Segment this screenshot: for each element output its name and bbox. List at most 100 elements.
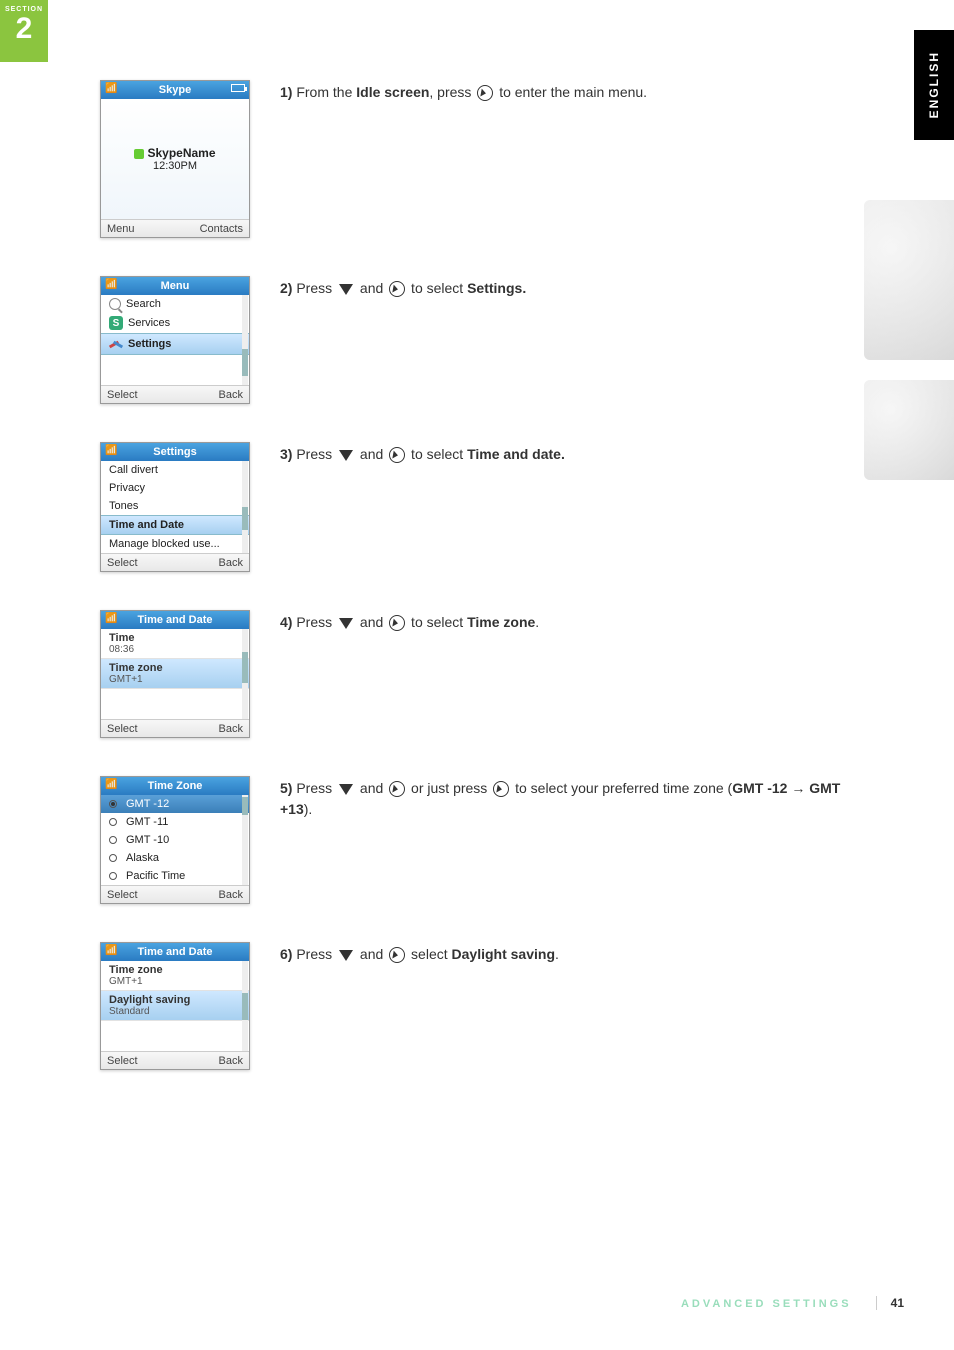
status-icon [134, 149, 144, 159]
step-row-5: 📶Time Zone GMT -12GMT -11GMT -10AlaskaPa… [100, 776, 860, 904]
phone-title: Menu [161, 280, 190, 292]
radio-icon [109, 836, 117, 844]
phone-title: Skype [159, 84, 191, 96]
step-text-5: 5) Press and or just press to select you… [260, 776, 860, 820]
list-item-selected[interactable]: Settings [101, 333, 249, 355]
select-button-icon [389, 947, 405, 963]
softkey-left[interactable]: Select [107, 389, 138, 401]
phone-title: Time and Date [138, 946, 213, 958]
group-value: 08:36 [101, 644, 249, 655]
list-label: Settings [128, 338, 171, 350]
down-arrow-icon [339, 450, 353, 461]
signal-icon: 📶 [105, 279, 117, 290]
idle-time: 12:30PM [153, 160, 197, 172]
list-label: Alaska [126, 852, 159, 864]
scrollbar[interactable] [242, 961, 248, 1051]
phone-idle: 📶 Skype SkypeName 12:30PM Menu Contacts [100, 80, 250, 238]
select-button-icon [389, 281, 405, 297]
step-text-4: 4) Press and to select Time zone. [260, 610, 860, 633]
softkey-right[interactable]: Back [219, 723, 243, 735]
list-item-selected[interactable]: Time and Date [101, 515, 249, 535]
softkey-left[interactable]: Select [107, 889, 138, 901]
page-number: 41 [876, 1296, 904, 1310]
language-tab: ENGLISH [914, 30, 954, 140]
step-row-4: 📶Time and Date Time 08:36 Time zone GMT+… [100, 610, 860, 738]
list-label: GMT -12 [126, 798, 169, 810]
phone-body: Time 08:36 Time zone GMT+1 [101, 629, 249, 719]
down-arrow-icon [339, 284, 353, 295]
softkey-left[interactable]: Select [107, 1055, 138, 1067]
softkey-left[interactable]: Menu [107, 223, 135, 235]
list-item[interactable]: GMT -10 [101, 831, 249, 849]
phone-settings: 📶Settings Call divertPrivacyTonesTime an… [100, 442, 250, 572]
list-label: Search [126, 298, 161, 310]
battery-icon [231, 84, 245, 92]
list-item[interactable]: Tones [101, 497, 249, 515]
list-label: GMT -11 [126, 816, 168, 828]
list-item[interactable]: S Services [101, 313, 249, 333]
group-time[interactable]: Time 08:36 [101, 629, 249, 659]
scrollbar[interactable] [242, 795, 248, 885]
softkey-right[interactable]: Back [219, 557, 243, 569]
list-item[interactable]: Manage blocked use... [101, 535, 249, 553]
list-item[interactable]: Pacific Time [101, 867, 249, 885]
phone-timezone: 📶Time Zone GMT -12GMT -11GMT -10AlaskaPa… [100, 776, 250, 904]
group-timezone[interactable]: Time zone GMT+1 [101, 961, 249, 991]
softkey-right[interactable]: Back [219, 889, 243, 901]
step-text-1: 1) From the Idle screen, press to enter … [260, 80, 860, 103]
softkeys: Menu Contacts [101, 219, 249, 237]
radio-icon [109, 818, 117, 826]
down-arrow-icon [339, 784, 353, 795]
group-value: Standard [101, 1006, 249, 1017]
select-button-icon [493, 781, 509, 797]
content-area: 📶 Skype SkypeName 12:30PM Menu Contacts … [100, 80, 860, 1108]
phone-body: Call divertPrivacyTonesTime and DateMana… [101, 461, 249, 553]
radio-icon [109, 872, 117, 880]
softkey-right[interactable]: Contacts [200, 223, 243, 235]
list-label: GMT -10 [126, 834, 169, 846]
services-icon: S [109, 316, 123, 330]
radio-icon [109, 800, 117, 808]
down-arrow-icon [339, 950, 353, 961]
step-text-2: 2) Press and to select Settings. [260, 276, 860, 299]
step-row-3: 📶Settings Call divertPrivacyTonesTime an… [100, 442, 860, 572]
step-row-2: 📶 Menu Search S Services Settings Select Ba… [100, 276, 860, 404]
group-value: GMT+1 [101, 976, 249, 987]
list-label: Services [128, 317, 170, 329]
softkey-left[interactable]: Select [107, 723, 138, 735]
phone-body: Search S Services Settings [101, 295, 249, 385]
group-value: GMT+1 [101, 674, 249, 685]
group-timezone-selected[interactable]: Time zone GMT+1 [101, 659, 249, 689]
list-item-selected[interactable]: GMT -12 [101, 795, 249, 813]
radio-icon [109, 854, 117, 862]
phone-body: GMT -12 GMT -11 GMT -10 Alaska Pacific Time [101, 795, 249, 885]
phone-timedate2: 📶 Time and Date Time zone GMT+1 Daylight … [100, 942, 250, 1070]
phone-body: Time zone GMT+1 Daylight saving Standard [101, 961, 249, 1051]
phone-title: Time and Date [138, 614, 213, 626]
scrollbar[interactable] [242, 295, 248, 385]
step-text-3: 3) Press and to select Time and date. [260, 442, 860, 465]
list-item[interactable]: Alaska [101, 849, 249, 867]
step-row-6: 📶 Time and Date Time zone GMT+1 Daylight … [100, 942, 860, 1070]
signal-icon: 📶 [105, 83, 117, 94]
footer: ADVANCED SETTINGS 41 [681, 1296, 904, 1310]
scrollbar[interactable] [242, 629, 248, 719]
footer-label: ADVANCED SETTINGS [681, 1298, 852, 1310]
step-row-1: 📶 Skype SkypeName 12:30PM Menu Contacts … [100, 80, 860, 238]
list-item[interactable]: Call divert [101, 461, 249, 479]
softkey-left[interactable]: Select [107, 557, 138, 569]
list-label: Pacific Time [126, 870, 185, 882]
side-image-1 [864, 200, 954, 360]
softkey-right[interactable]: Back [219, 1055, 243, 1067]
phone-timedate1: 📶Time and Date Time 08:36 Time zone GMT+… [100, 610, 250, 738]
group-daylight-selected[interactable]: Daylight saving Standard [101, 991, 249, 1021]
softkey-right[interactable]: Back [219, 389, 243, 401]
list-item[interactable]: Privacy [101, 479, 249, 497]
phone-title: Time Zone [148, 780, 203, 792]
signal-icon: 📶 [105, 945, 117, 956]
scrollbar[interactable] [242, 461, 248, 553]
group-label: Time [101, 632, 249, 644]
section-badge: SECTION 2 [0, 0, 48, 62]
list-item[interactable]: GMT -11 [101, 813, 249, 831]
list-item[interactable]: Search [101, 295, 249, 313]
